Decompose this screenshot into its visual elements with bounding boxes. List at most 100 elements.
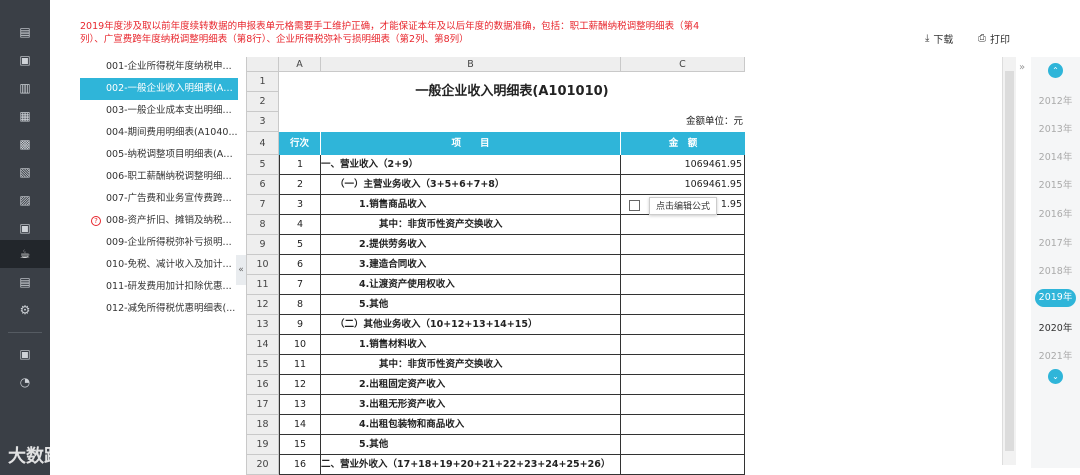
row-seq-cell[interactable]: 5 <box>279 235 321 255</box>
row-amount-cell[interactable] <box>621 355 745 375</box>
row-item-cell[interactable]: 3.出租无形资产收入 <box>321 395 621 415</box>
year-item[interactable]: 2016年 <box>1031 206 1080 220</box>
expand-year-panel-icon[interactable]: » <box>1019 62 1025 73</box>
year-item[interactable]: 2015年 <box>1031 177 1080 191</box>
tree-item[interactable]: 012-减免所得税优惠明细表(... <box>80 298 238 320</box>
tree-item[interactable]: 011-研发费用加计扣除优惠... <box>80 276 238 298</box>
image-icon[interactable]: ▣ <box>0 214 50 242</box>
row-seq-cell[interactable]: 10 <box>279 335 321 355</box>
year-item[interactable]: 2013年 <box>1031 121 1080 135</box>
tree-item-selected[interactable]: 002-一般企业收入明细表(A1... <box>80 78 238 100</box>
row-item-cell[interactable]: 其中：非货币性资产交换收入 <box>321 215 621 235</box>
column-header-b[interactable]: B <box>321 57 621 72</box>
row-amount-cell[interactable] <box>621 275 745 295</box>
row-seq-cell[interactable]: 13 <box>279 395 321 415</box>
tree-item-warning[interactable]: ? 008-资产折旧、摊销及纳税... <box>80 210 238 232</box>
tree-item[interactable]: 001-企业所得税年度纳税申... <box>80 56 238 78</box>
row-number[interactable]: 19 <box>247 435 279 455</box>
edit-formula-icon[interactable] <box>629 200 640 211</box>
calendar-icon[interactable]: ▩ <box>0 130 50 158</box>
row-seq-cell[interactable]: 3 <box>279 195 321 215</box>
tree-item[interactable]: 004-期间费用明细表(A1040... <box>80 122 238 144</box>
row-item-cell[interactable]: 1.销售商品收入 <box>321 195 621 215</box>
building-icon[interactable]: ▦ <box>0 102 50 130</box>
year-item[interactable]: 2020年 <box>1031 320 1080 334</box>
row-item-cell[interactable]: 5.其他 <box>321 295 621 315</box>
row-number[interactable]: 11 <box>247 275 279 295</box>
chart-icon[interactable]: ▥ <box>0 74 50 102</box>
list-icon[interactable]: ▤ <box>0 18 50 46</box>
row-seq-cell[interactable]: 15 <box>279 435 321 455</box>
gift-icon[interactable]: ▨ <box>0 186 50 214</box>
document-icon[interactable]: ▣ <box>0 46 50 74</box>
year-item[interactable]: 2012年 <box>1031 93 1080 107</box>
row-item-cell[interactable]: 1.销售材料收入 <box>321 335 621 355</box>
tax-declare-icon[interactable]: ☕ <box>0 240 50 268</box>
save-icon[interactable]: ▣ <box>0 340 50 368</box>
row-item-cell[interactable]: 一、营业收入（2+9） <box>321 155 621 175</box>
row-number[interactable]: 1 <box>247 72 279 92</box>
row-item-cell[interactable]: 5.其他 <box>321 435 621 455</box>
row-amount-cell[interactable] <box>621 455 745 475</box>
report-icon[interactable]: ▧ <box>0 158 50 186</box>
row-seq-cell[interactable]: 1 <box>279 155 321 175</box>
tree-item[interactable]: 005-纳税调整项目明细表(A1... <box>80 144 238 166</box>
row-amount-cell[interactable] <box>621 435 745 455</box>
row-amount-cell[interactable] <box>621 375 745 395</box>
download-button[interactable]: ⤓ 下载 <box>925 31 953 46</box>
speed-icon[interactable]: ◔ <box>0 368 50 396</box>
row-item-cell[interactable]: 2.提供劳务收入 <box>321 235 621 255</box>
row-number[interactable]: 7 <box>247 195 279 215</box>
tree-item[interactable]: 010-免税、减计收入及加计... <box>80 254 238 276</box>
row-number[interactable]: 6 <box>247 175 279 195</box>
row-amount-cell[interactable] <box>621 235 745 255</box>
row-number[interactable]: 14 <box>247 335 279 355</box>
print-button[interactable]: ⎙ 打印 <box>978 31 1010 46</box>
row-seq-cell[interactable]: 9 <box>279 315 321 335</box>
column-header-c[interactable]: C <box>621 57 745 72</box>
year-item[interactable]: 2021年 <box>1031 348 1080 362</box>
vertical-scrollbar[interactable] <box>1002 57 1016 465</box>
row-number[interactable]: 20 <box>247 455 279 475</box>
tree-item[interactable]: 006-职工薪酬纳税调整明细... <box>80 166 238 188</box>
year-up-button[interactable]: ⌃ <box>1048 63 1063 78</box>
row-item-cell[interactable]: 二、营业外收入（17+18+19+20+21+22+23+24+25+26） <box>321 455 621 475</box>
row-number[interactable]: 10 <box>247 255 279 275</box>
row-seq-cell[interactable]: 16 <box>279 455 321 475</box>
row-item-cell[interactable]: 2.出租固定资产收入 <box>321 375 621 395</box>
tree-item[interactable]: 009-企业所得税弥补亏损明... <box>80 232 238 254</box>
year-item[interactable]: 2018年 <box>1031 263 1080 277</box>
row-amount-cell[interactable] <box>621 415 745 435</box>
tree-item[interactable]: 007-广告费和业务宣传费跨... <box>80 188 238 210</box>
row-item-cell[interactable]: 4.让渡资产使用权收入 <box>321 275 621 295</box>
row-seq-cell[interactable]: 12 <box>279 375 321 395</box>
row-seq-cell[interactable]: 14 <box>279 415 321 435</box>
row-amount-cell[interactable] <box>621 215 745 235</box>
row-number[interactable]: 13 <box>247 315 279 335</box>
row-number[interactable]: 9 <box>247 235 279 255</box>
row-seq-cell[interactable]: 6 <box>279 255 321 275</box>
row-item-cell[interactable]: 其中：非货币性资产交换收入 <box>321 355 621 375</box>
row-number[interactable]: 3 <box>247 112 279 132</box>
archive-icon[interactable]: ▤ <box>0 268 50 296</box>
row-amount-cell[interactable]: 1069461.95 <box>621 155 745 175</box>
row-item-cell[interactable]: 4.出租包装物和商品收入 <box>321 415 621 435</box>
row-number[interactable]: 16 <box>247 375 279 395</box>
row-amount-cell[interactable] <box>621 315 745 335</box>
collapse-panel-button[interactable]: « <box>236 255 246 285</box>
row-amount-cell[interactable] <box>621 335 745 355</box>
row-seq-cell[interactable]: 4 <box>279 215 321 235</box>
row-number[interactable]: 4 <box>247 132 279 155</box>
settings-icon[interactable]: ⚙ <box>0 296 50 324</box>
row-amount-cell[interactable] <box>621 395 745 415</box>
column-header-a[interactable]: A <box>279 57 321 72</box>
row-amount-cell[interactable] <box>621 255 745 275</box>
row-seq-cell[interactable]: 2 <box>279 175 321 195</box>
year-item-selected[interactable]: 2019年 <box>1035 289 1076 307</box>
year-down-button[interactable]: ⌄ <box>1048 369 1063 384</box>
row-number[interactable]: 8 <box>247 215 279 235</box>
row-amount-cell[interactable] <box>621 295 745 315</box>
row-seq-cell[interactable]: 7 <box>279 275 321 295</box>
row-amount-cell[interactable]: 1069461.95 <box>621 175 745 195</box>
row-item-cell[interactable]: （二）其他业务收入（10+12+13+14+15） <box>321 315 621 335</box>
